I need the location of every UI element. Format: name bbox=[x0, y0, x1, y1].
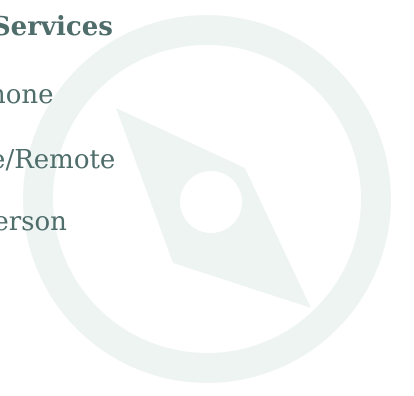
service-item-telephone: ephone bbox=[0, 80, 54, 110]
service-item-in-person: Person bbox=[0, 207, 67, 237]
services-list: f Services ephone ine/Remote Person bbox=[0, 0, 414, 396]
services-heading-bold: Services bbox=[0, 12, 113, 42]
services-heading: f Services bbox=[0, 12, 113, 42]
services-panel: f Services ephone ine/Remote Person bbox=[0, 0, 414, 396]
service-item-online-remote: ine/Remote bbox=[0, 145, 116, 175]
